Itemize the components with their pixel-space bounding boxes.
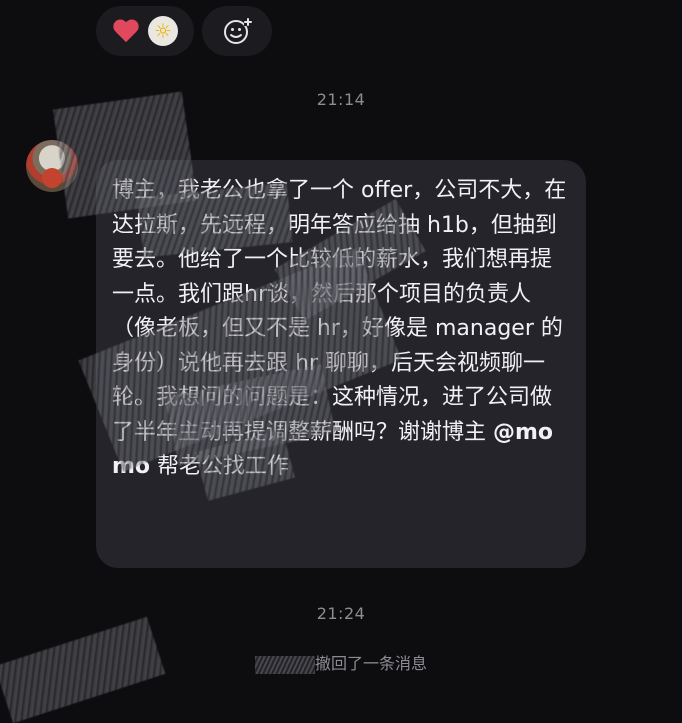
avatar[interactable] [26, 140, 78, 192]
message-text: 博主，我老公也拿了一个 offer，公司不大，在达拉斯，先远程，明年答应给抽 h… [112, 174, 568, 485]
reaction-summary[interactable]: ☼ [96, 6, 194, 56]
timestamp: 21:24 [316, 604, 366, 623]
message-bubble[interactable]: 博主，我老公也拿了一个 offer，公司不大，在达拉斯，先远程，明年答应给抽 h… [96, 160, 586, 568]
redacted-name [254, 655, 315, 674]
timestamp: 21:14 [316, 90, 366, 109]
recall-text: 撤回了一条消息 [314, 654, 427, 673]
smiley-plus-icon [224, 18, 252, 44]
message-suffix: 帮老公找工作 [150, 454, 290, 479]
add-reaction-button[interactable] [202, 6, 272, 56]
message-body: 博主，我老公也拿了一个 offer，公司不大，在达拉斯，先远程，明年答应给抽 h… [112, 178, 567, 445]
reaction-bar: ☼ [96, 6, 272, 56]
sun-emoji-icon: ☼ [148, 16, 178, 46]
heart-emoji-icon [112, 17, 140, 45]
recall-notice: 撤回了一条消息 [0, 650, 682, 674]
